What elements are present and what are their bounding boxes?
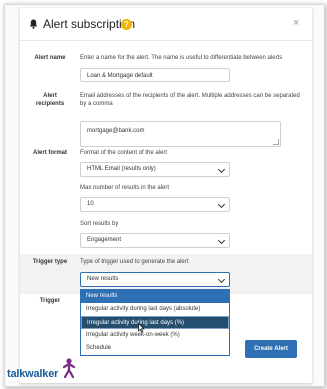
talkwalker-logo-icon (62, 358, 76, 379)
help-icon[interactable]: ? (121, 19, 132, 30)
recipients-label-line2: recipients (35, 101, 65, 107)
trigger-type-select[interactable]: New results (80, 272, 230, 287)
chevron-down-icon (217, 165, 226, 174)
recipients-label: Alert recipients (24, 92, 76, 108)
recipients-label-line1: Alert (43, 93, 57, 99)
max-results-select[interactable]: 10 (80, 197, 230, 212)
chevron-down-icon (217, 200, 226, 209)
alert-format-value: HTML Email (results only) (87, 166, 156, 172)
create-alert-button[interactable]: Create Alert (245, 340, 297, 358)
chevron-down-icon (217, 275, 226, 284)
max-results-description: Max number of results in the alert (80, 185, 170, 191)
sort-description: Sort results by (80, 221, 119, 227)
trigger-type-value: New results (87, 276, 119, 282)
trigger-label: Trigger (39, 298, 61, 304)
recipients-description: Email addresses of the recipients of the… (80, 93, 300, 107)
trigger-type-description: Type of trigger used to generate the ale… (80, 259, 189, 265)
close-icon[interactable]: × (293, 17, 299, 29)
alert-format-description: Format of the content of the alert (80, 150, 168, 156)
option-irregular-percent[interactable]: Irregular activity during last days (%) (81, 316, 229, 329)
option-irregular-week-on-week[interactable]: Irregular activity week-on-week (%) (81, 329, 229, 342)
alert-name-input[interactable]: Loan & Mortgage default (80, 68, 230, 82)
trigger-type-label: Trigger type (32, 259, 68, 265)
sort-value: Engagement (87, 237, 122, 243)
dialog-header: Alert subscription ? × (20, 8, 312, 41)
alert-name-label: Alert name (34, 55, 66, 61)
option-irregular-absolute[interactable]: Irregular activity during last days (abs… (81, 303, 229, 316)
bell-icon (29, 19, 38, 29)
option-new-results[interactable]: New results (81, 290, 229, 303)
chevron-down-icon (217, 236, 226, 245)
resize-handle[interactable] (273, 139, 279, 145)
option-schedule[interactable]: Schedule (81, 342, 229, 355)
alert-format-select[interactable]: HTML Email (results only) (80, 162, 230, 177)
trigger-type-dropdown: New results Irregular activity during la… (80, 289, 230, 356)
recipients-textarea[interactable]: mortgage@bank.com (80, 121, 281, 147)
sort-select[interactable]: Engagement (80, 233, 230, 248)
alert-format-label: Alert format (32, 150, 67, 156)
mouse-cursor-icon (138, 323, 145, 333)
recipients-value: mortgage@bank.com (87, 128, 145, 134)
talkwalker-logo-text: talkwalker (6, 368, 60, 380)
alert-subscription-dialog: Alert subscription ? × Alert name Enter … (20, 8, 312, 383)
max-results-value: 10 (87, 201, 94, 207)
alert-name-description: Enter a name for the alert. The name is … (80, 55, 283, 61)
